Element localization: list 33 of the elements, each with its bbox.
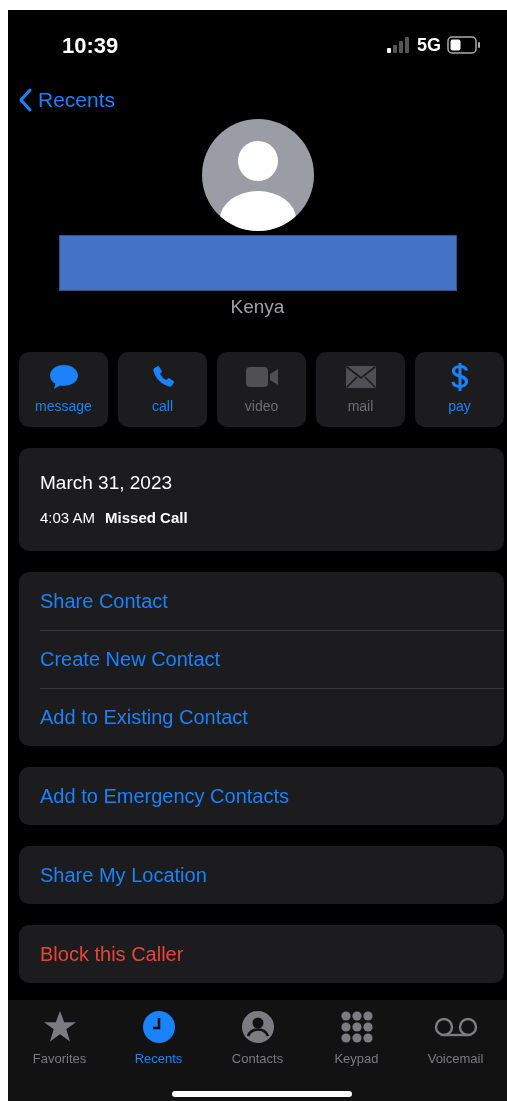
status-time: 10:39 [62, 31, 119, 60]
voicemail-icon [433, 1017, 478, 1037]
clock-icon [142, 1011, 175, 1043]
option-link[interactable]: Add to Existing Contact [40, 702, 248, 732]
battery-icon [447, 36, 481, 54]
tab-button[interactable]: Contacts [208, 1010, 307, 1068]
person-circle-icon [241, 1011, 274, 1043]
speech-bubble-icon [48, 363, 79, 390]
contact-location: Kenya [230, 295, 285, 319]
option-link[interactable]: Add to Emergency Contacts [40, 780, 289, 811]
option-link[interactable]: Block this Caller [40, 938, 184, 969]
keypad-icon [340, 1011, 373, 1043]
envelope-icon [345, 365, 376, 388]
option-link[interactable]: Create New Contact [40, 644, 221, 674]
chevron-left-icon [18, 88, 32, 112]
call-date: March 31, 2023 [40, 470, 174, 495]
tab-button[interactable]: Recents [109, 1010, 208, 1068]
action-button[interactable]: call [118, 351, 207, 427]
call-type: Missed Call [105, 508, 188, 528]
dollar-icon [450, 361, 469, 392]
video-camera-icon [245, 365, 278, 388]
option-link[interactable]: Share Contact [40, 585, 168, 616]
tab-button[interactable]: Favorites [10, 1010, 109, 1068]
call-time: 4:03 AM [40, 508, 96, 528]
star-icon [42, 1011, 77, 1043]
option-link[interactable]: Share My Location [40, 859, 207, 890]
tab-button[interactable]: Keypad [307, 1010, 406, 1068]
signal-icon [387, 37, 411, 53]
action-button[interactable]: message [19, 351, 108, 427]
tab-button[interactable]: Voicemail [406, 1010, 505, 1068]
back-button[interactable]: Recents [18, 84, 116, 116]
network-label: 5G [417, 33, 441, 57]
action-button[interactable]: pay [415, 351, 504, 427]
